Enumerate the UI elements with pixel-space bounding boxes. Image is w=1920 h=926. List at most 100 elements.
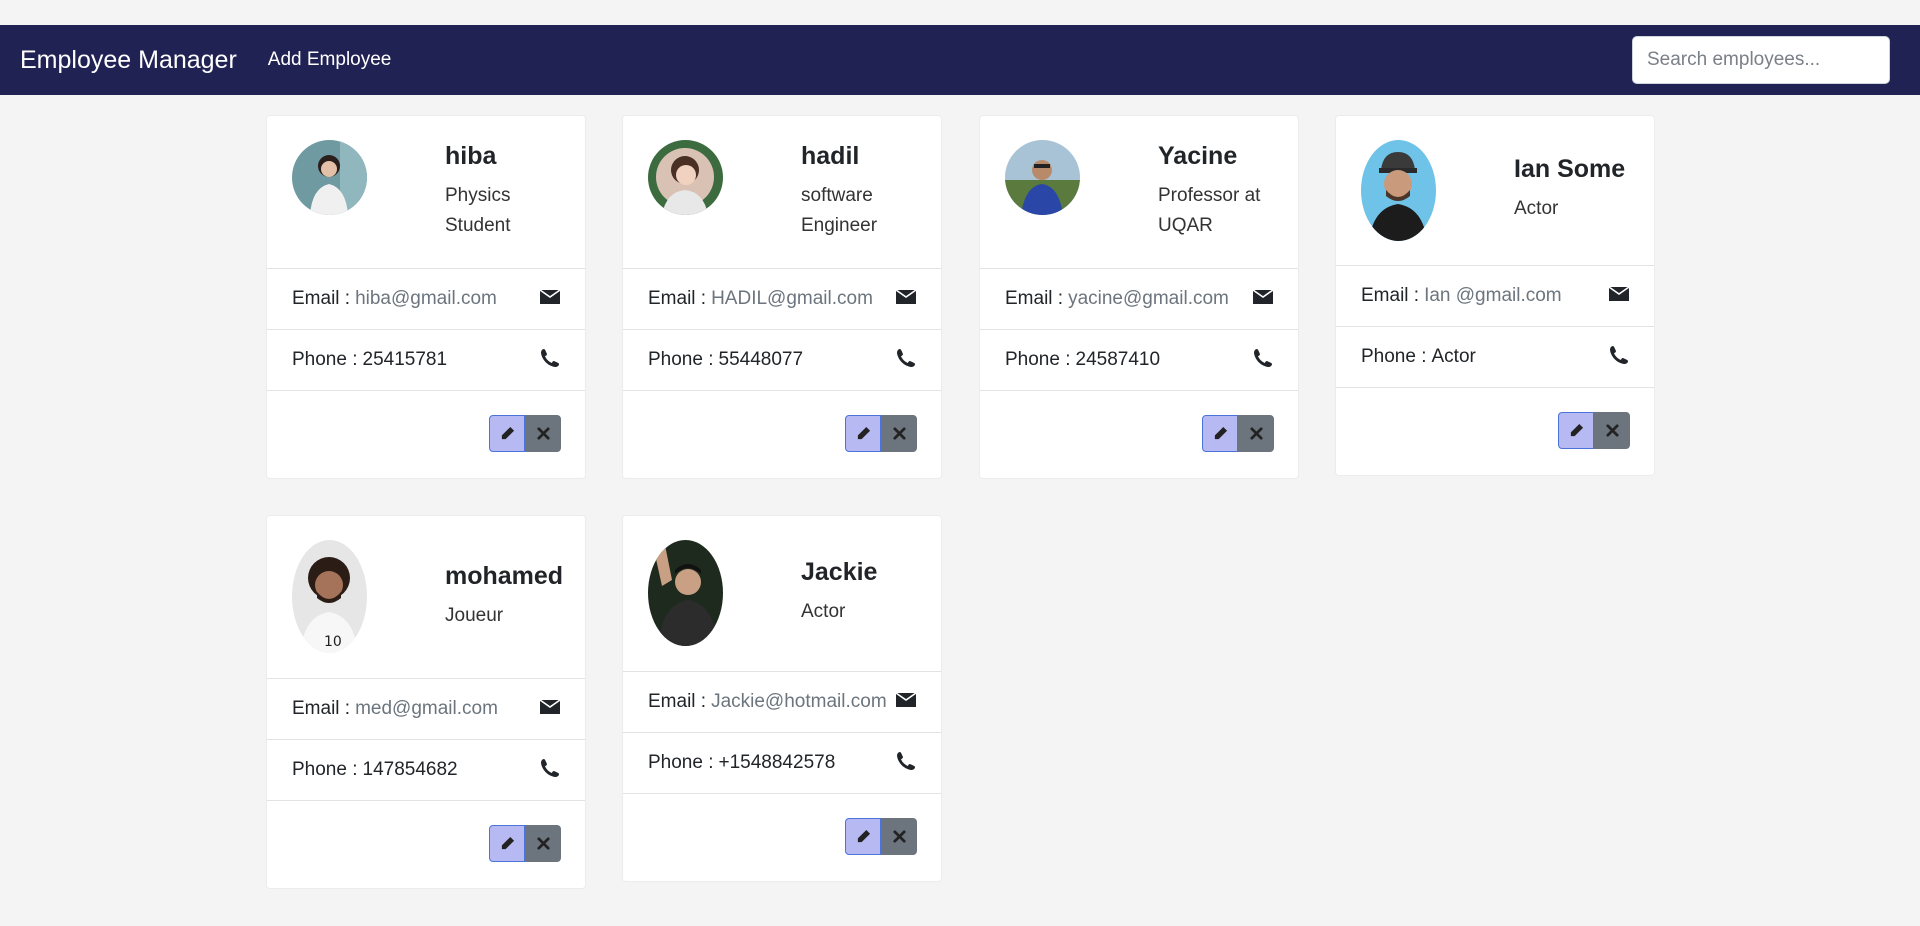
phone-value: Actor: [1431, 346, 1476, 367]
times-icon: [1605, 424, 1619, 437]
delete-button[interactable]: [1238, 415, 1274, 452]
email-value: hiba@gmail.com: [355, 288, 497, 309]
phone-row: Phone : +1548842578: [623, 733, 941, 794]
avatar: [1361, 140, 1436, 241]
employee-card: hiba Physics Student Email : hiba@gmail.…: [266, 115, 586, 479]
email-label: Email :: [1361, 285, 1420, 306]
envelope-icon: [539, 287, 561, 307]
phone-row: Phone : 147854682: [267, 740, 585, 801]
pencil-icon: [857, 829, 870, 843]
email-row: Email : yacine@gmail.com: [980, 269, 1298, 330]
times-icon: [536, 837, 550, 850]
card-actions: [623, 391, 941, 478]
pencil-icon: [1214, 426, 1227, 440]
action-buttons: [489, 415, 561, 452]
pencil-icon: [501, 836, 514, 850]
phone-label: Phone :: [1005, 349, 1071, 370]
employee-name: Jackie: [801, 558, 878, 586]
phone-value: 147854682: [362, 759, 458, 780]
avatar: [1005, 140, 1080, 215]
email-value: Ian @gmail.com: [1424, 285, 1562, 306]
employee-title: Physics Student: [445, 185, 511, 236]
edit-button[interactable]: [489, 415, 525, 452]
card-actions: [623, 794, 941, 881]
employee-title: Joueur: [445, 605, 504, 626]
employee-title: software Engineer: [801, 185, 878, 236]
avatar: [648, 540, 723, 646]
employee-info: Jackie Actor: [801, 557, 933, 627]
avatar: [292, 140, 367, 215]
times-icon: [892, 830, 906, 843]
brand-title[interactable]: Employee Manager: [20, 46, 237, 75]
employee-title: Actor: [1514, 198, 1559, 219]
envelope-icon: [1252, 287, 1274, 307]
email-label: Email :: [648, 288, 707, 309]
edit-button[interactable]: [845, 415, 881, 452]
delete-button[interactable]: [881, 818, 917, 855]
phone-row: Phone : Actor: [1336, 327, 1654, 388]
card-actions: [1336, 388, 1654, 475]
phone-icon: [895, 348, 917, 368]
employee-name: mohamed: [445, 562, 564, 590]
phone-icon: [1608, 345, 1630, 365]
email-row: Email : Jackie@hotmail.com: [623, 672, 941, 733]
phone-value: 55448077: [718, 349, 804, 370]
edit-button[interactable]: [489, 825, 525, 862]
email-value: HADIL@gmail.com: [711, 288, 873, 309]
employee-title: Actor: [801, 601, 846, 622]
phone-value: +1548842578: [718, 752, 836, 773]
email-value: med@gmail.com: [355, 698, 498, 719]
delete-button[interactable]: [525, 415, 561, 452]
delete-button[interactable]: [525, 825, 561, 862]
email-value: Jackie@hotmail.com: [711, 691, 887, 712]
search-input[interactable]: [1632, 36, 1890, 84]
action-buttons: [1558, 412, 1630, 449]
action-buttons: [489, 825, 561, 862]
phone-icon: [895, 751, 917, 771]
delete-button[interactable]: [881, 415, 917, 452]
employee-info: hadil software Engineer: [801, 141, 933, 241]
email-row: Email : Ian @gmail.com: [1336, 266, 1654, 327]
employee-card: Yacine Professor at UQAR Email : yacine@…: [979, 115, 1299, 479]
edit-button[interactable]: [1202, 415, 1238, 452]
employee-card: Ian Some Actor Email : Ian @gmail.com Ph…: [1335, 115, 1655, 476]
avatar: 10: [292, 540, 367, 653]
card-header: Yacine Professor at UQAR: [980, 116, 1298, 269]
phone-icon: [539, 348, 561, 368]
envelope-icon: [539, 697, 561, 717]
add-employee-link[interactable]: Add Employee: [268, 49, 392, 71]
employee-info: hiba Physics Student: [445, 141, 577, 241]
envelope-icon: [895, 287, 917, 307]
action-buttons: [845, 818, 917, 855]
email-row: Email : hiba@gmail.com: [267, 269, 585, 330]
action-buttons: [1202, 415, 1274, 452]
phone-icon: [539, 758, 561, 778]
avatar: [648, 140, 723, 215]
employee-card: hadil software Engineer Email : HADIL@gm…: [622, 115, 942, 479]
employee-card: 10 mohamed Joueur Email : med@gmail.com …: [266, 515, 586, 889]
phone-label: Phone :: [1361, 346, 1427, 367]
delete-button[interactable]: [1594, 412, 1630, 449]
times-icon: [1249, 427, 1263, 440]
phone-value: 24587410: [1075, 349, 1161, 370]
phone-label: Phone :: [648, 752, 714, 773]
svg-text:10: 10: [324, 634, 342, 650]
edit-button[interactable]: [845, 818, 881, 855]
email-row: Email : HADIL@gmail.com: [623, 269, 941, 330]
phone-value: 25415781: [362, 349, 448, 370]
email-value: yacine@gmail.com: [1068, 288, 1229, 309]
email-label: Email :: [648, 691, 707, 712]
card-actions: [267, 391, 585, 478]
pencil-icon: [1570, 423, 1583, 437]
phone-label: Phone :: [648, 349, 714, 370]
pencil-icon: [501, 426, 514, 440]
navbar: Employee Manager Add Employee: [0, 25, 1920, 95]
times-icon: [892, 427, 906, 440]
employee-name: Ian Some: [1514, 155, 1626, 183]
phone-label: Phone :: [292, 349, 358, 370]
card-header: Jackie Actor: [623, 516, 941, 672]
edit-button[interactable]: [1558, 412, 1594, 449]
email-row: Email : med@gmail.com: [267, 679, 585, 740]
phone-label: Phone :: [292, 759, 358, 780]
phone-row: Phone : 24587410: [980, 330, 1298, 391]
